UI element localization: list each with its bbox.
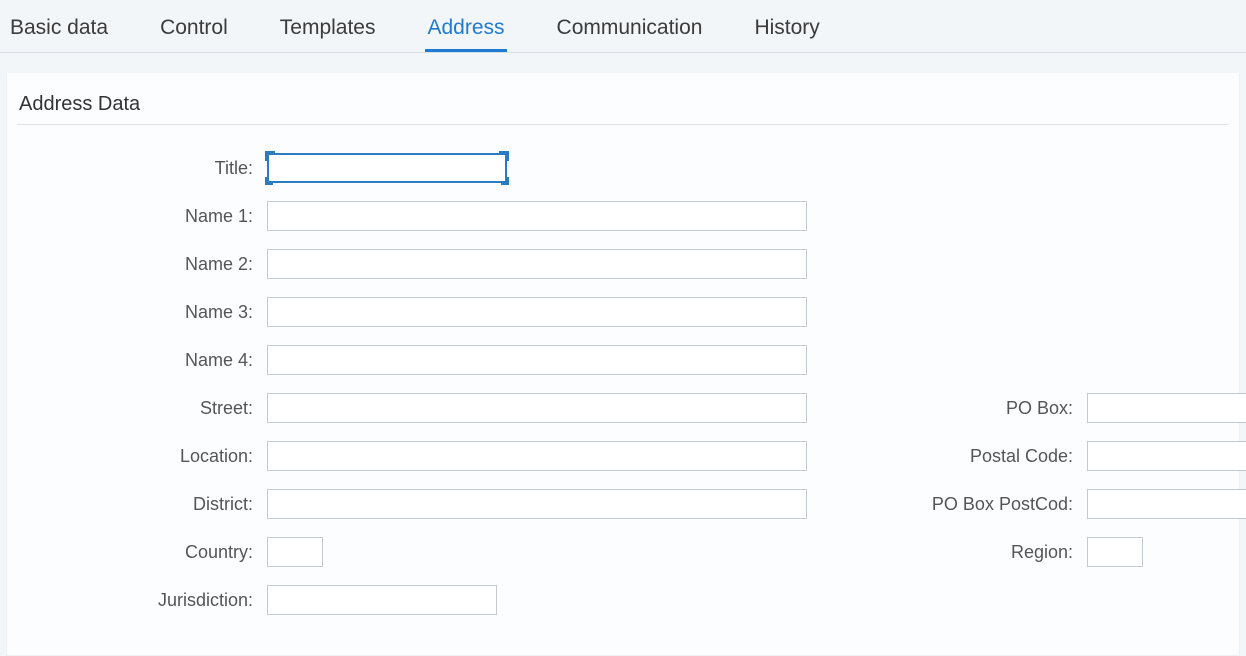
tab-address[interactable]: Address — [425, 10, 506, 52]
label-name1: Name 1: — [27, 206, 257, 227]
label-postal-code: Postal Code: — [817, 446, 1077, 467]
row-name1: Name 1: — [27, 201, 1229, 231]
input-country[interactable] — [267, 537, 323, 567]
title-focus-markers — [267, 153, 507, 183]
row-street: Street: PO Box: — [27, 393, 1229, 423]
row-location: Location: Postal Code: — [27, 441, 1229, 471]
input-district[interactable] — [267, 489, 807, 519]
tab-control[interactable]: Control — [158, 10, 230, 52]
tab-templates[interactable]: Templates — [278, 10, 378, 52]
label-name4: Name 4: — [27, 350, 257, 371]
address-panel: Address Data Title: Name 1: — [6, 73, 1240, 656]
input-po-box-postcod[interactable] — [1087, 489, 1246, 519]
tabstrip: Basic data Control Templates Address Com… — [0, 0, 1246, 53]
label-location: Location: — [27, 446, 257, 467]
address-form: Title: Name 1: Name 2: — [17, 153, 1229, 615]
input-name3[interactable] — [267, 297, 807, 327]
label-country: Country: — [27, 542, 257, 563]
label-po-box-postcod: PO Box PostCod: — [817, 494, 1077, 515]
label-title: Title: — [27, 158, 257, 179]
label-name2: Name 2: — [27, 254, 257, 275]
label-street: Street: — [27, 398, 257, 419]
input-postal-code[interactable] — [1087, 441, 1246, 471]
section-title: Address Data — [17, 93, 1229, 125]
input-po-box[interactable] — [1087, 393, 1246, 423]
input-name1[interactable] — [267, 201, 807, 231]
input-region[interactable] — [1087, 537, 1143, 567]
page-root: Basic data Control Templates Address Com… — [0, 0, 1246, 656]
tab-history[interactable]: History — [752, 10, 821, 52]
row-title: Title: — [27, 153, 1229, 183]
label-jurisdiction: Jurisdiction: — [27, 590, 257, 611]
input-street[interactable] — [267, 393, 807, 423]
input-name4[interactable] — [267, 345, 807, 375]
row-district: District: PO Box PostCod: — [27, 489, 1229, 519]
tab-communication[interactable]: Communication — [555, 10, 705, 52]
input-title[interactable] — [267, 153, 507, 183]
label-district: District: — [27, 494, 257, 515]
label-name3: Name 3: — [27, 302, 257, 323]
row-country: Country: Region: — [27, 537, 1229, 567]
input-jurisdiction[interactable] — [267, 585, 497, 615]
input-location[interactable] — [267, 441, 807, 471]
label-po-box: PO Box: — [817, 398, 1077, 419]
row-name2: Name 2: — [27, 249, 1229, 279]
tab-basic-data[interactable]: Basic data — [8, 10, 110, 52]
row-name4: Name 4: — [27, 345, 1229, 375]
input-name2[interactable] — [267, 249, 807, 279]
row-name3: Name 3: — [27, 297, 1229, 327]
row-jurisdiction: Jurisdiction: — [27, 585, 1229, 615]
label-region: Region: — [817, 542, 1077, 563]
